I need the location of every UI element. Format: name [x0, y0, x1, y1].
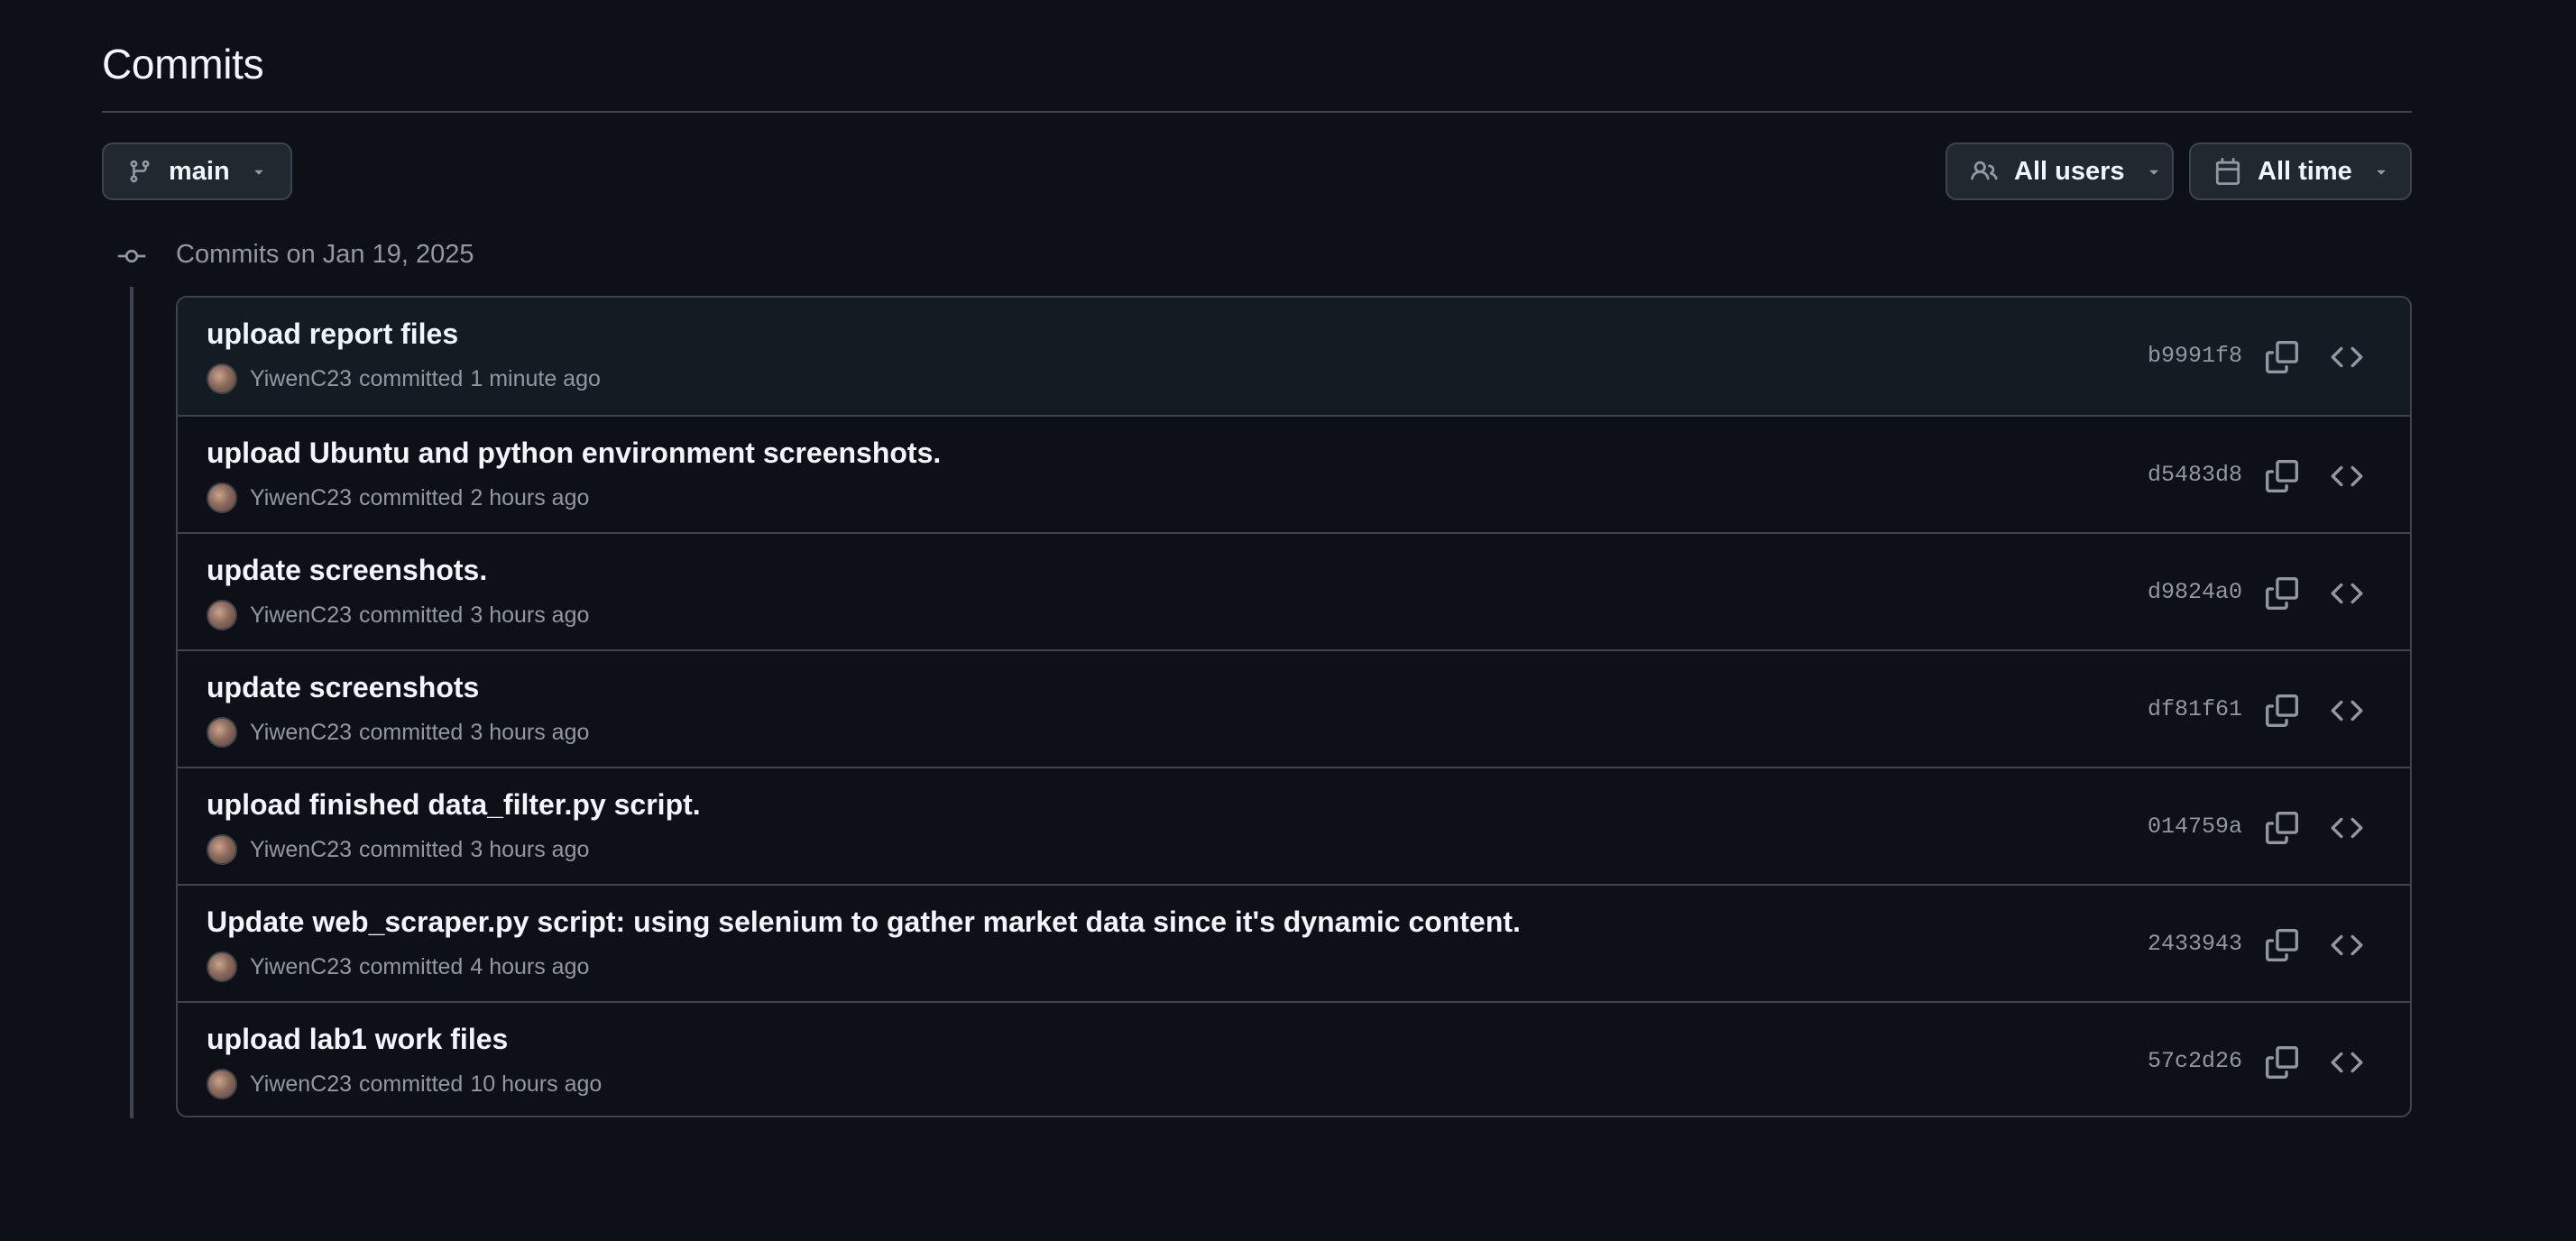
commit-author-link[interactable]: YiwenC23 — [250, 1071, 352, 1098]
branch-select-button[interactable]: main — [102, 142, 292, 200]
commit-row: update screenshots. YiwenC23 committed 3… — [178, 532, 2410, 649]
commit-time: 10 hours ago — [470, 1071, 603, 1097]
commit-meta: YiwenC23 committed 3 hours ago — [207, 716, 589, 749]
copy-icon[interactable] — [2266, 929, 2298, 961]
commit-list: upload report files YiwenC23 committed 1… — [176, 296, 2412, 1117]
avatar[interactable] — [207, 951, 237, 982]
commit-verb: committed — [359, 484, 464, 510]
commit-time: 4 hours ago — [470, 953, 590, 979]
users-filter-label: All users — [2014, 156, 2125, 186]
commit-meta: YiwenC23 committed 1 minute ago — [207, 363, 601, 395]
avatar[interactable] — [207, 717, 237, 748]
commit-row: upload report files YiwenC23 committed 1… — [178, 298, 2410, 415]
commit-time: 3 hours ago — [470, 719, 590, 745]
avatar[interactable] — [207, 1069, 237, 1099]
copy-icon[interactable] — [2266, 577, 2298, 610]
commit-row: Update web_scraper.py script: using sele… — [178, 884, 2410, 1001]
avatar[interactable] — [207, 363, 237, 394]
commit-verb: committed — [359, 719, 464, 745]
code-browse-icon[interactable] — [2331, 460, 2363, 492]
commit-row: upload Ubuntu and python environment scr… — [178, 415, 2410, 532]
commit-verb: committed — [359, 836, 464, 862]
code-browse-icon[interactable] — [2331, 341, 2363, 373]
commit-sha-link[interactable]: d5483d8 — [2148, 462, 2242, 488]
caret-down-icon — [2145, 162, 2163, 180]
commit-message-link[interactable]: upload report files — [207, 317, 458, 351]
users-filter-button[interactable]: All users — [1946, 142, 2174, 200]
commit-time: 2 hours ago — [470, 484, 590, 510]
commit-author-link[interactable]: YiwenC23 — [250, 485, 352, 511]
commit-message-link[interactable]: upload finished data_filter.py script. — [207, 788, 701, 822]
commit-sha-link[interactable]: df81f61 — [2148, 696, 2242, 722]
title-divider — [102, 111, 2412, 113]
avatar[interactable] — [207, 834, 237, 865]
commit-meta: YiwenC23 committed 3 hours ago — [207, 599, 589, 631]
commit-meta: YiwenC23 committed 10 hours ago — [207, 1068, 602, 1100]
commits-page: Commits main All users All time Commits … — [102, 0, 2412, 1241]
commit-verb: committed — [359, 953, 464, 979]
commit-author-link[interactable]: YiwenC23 — [250, 602, 352, 629]
copy-icon[interactable] — [2266, 812, 2298, 844]
commit-row: upload lab1 work files YiwenC23 committe… — [178, 1001, 2410, 1116]
commit-sha-link[interactable]: d9824a0 — [2148, 579, 2242, 605]
commit-author-link[interactable]: YiwenC23 — [250, 837, 352, 863]
copy-icon[interactable] — [2266, 1046, 2298, 1079]
commit-time: 3 hours ago — [470, 836, 590, 862]
commit-row: upload finished data_filter.py script. Y… — [178, 767, 2410, 884]
commit-sha-link[interactable]: b9991f8 — [2148, 343, 2242, 369]
git-commit-icon — [116, 244, 147, 273]
code-browse-icon[interactable] — [2331, 577, 2363, 610]
copy-icon[interactable] — [2266, 694, 2298, 727]
commit-author-link[interactable]: YiwenC23 — [250, 720, 352, 746]
commit-verb: committed — [359, 1071, 464, 1097]
commit-message-link[interactable]: Update web_scraper.py script: using sele… — [207, 905, 1521, 939]
commit-time: 1 minute ago — [470, 365, 601, 391]
time-filter-label: All time — [2258, 156, 2352, 186]
code-browse-icon[interactable] — [2331, 694, 2363, 727]
caret-down-icon — [2372, 162, 2390, 180]
commit-time: 3 hours ago — [470, 602, 590, 628]
commit-sha-link[interactable]: 57c2d26 — [2148, 1048, 2242, 1074]
branch-label: main — [169, 156, 230, 186]
commit-meta: YiwenC23 committed 2 hours ago — [207, 482, 589, 514]
commit-sha-link[interactable]: 014759a — [2148, 814, 2242, 840]
timeline-line — [130, 287, 133, 1118]
commit-message-link[interactable]: upload Ubuntu and python environment scr… — [207, 437, 941, 470]
calendar-icon — [2214, 158, 2241, 185]
people-icon — [1971, 158, 1998, 185]
commit-group-date: Commits on Jan 19, 2025 — [176, 240, 474, 269]
git-branch-icon — [127, 159, 152, 184]
caret-down-icon — [250, 162, 268, 180]
copy-icon[interactable] — [2266, 341, 2298, 373]
commit-verb: committed — [359, 602, 464, 628]
commit-author-link[interactable]: YiwenC23 — [250, 954, 352, 980]
code-browse-icon[interactable] — [2331, 929, 2363, 961]
commit-verb: committed — [359, 365, 464, 391]
copy-icon[interactable] — [2266, 460, 2298, 492]
avatar[interactable] — [207, 483, 237, 513]
commit-author-link[interactable]: YiwenC23 — [250, 366, 352, 392]
page-title: Commits — [102, 41, 264, 87]
commit-message-link[interactable]: upload lab1 work files — [207, 1023, 508, 1056]
commit-message-link[interactable]: update screenshots. — [207, 554, 487, 587]
time-filter-button[interactable]: All time — [2189, 142, 2412, 200]
code-browse-icon[interactable] — [2331, 1046, 2363, 1079]
avatar[interactable] — [207, 600, 237, 630]
commit-sha-link[interactable]: 2433943 — [2148, 931, 2242, 957]
commit-meta: YiwenC23 committed 4 hours ago — [207, 951, 589, 983]
commit-row: update screenshots YiwenC23 committed 3 … — [178, 649, 2410, 767]
commit-meta: YiwenC23 committed 3 hours ago — [207, 833, 589, 866]
code-browse-icon[interactable] — [2331, 812, 2363, 844]
commit-message-link[interactable]: update screenshots — [207, 671, 479, 704]
